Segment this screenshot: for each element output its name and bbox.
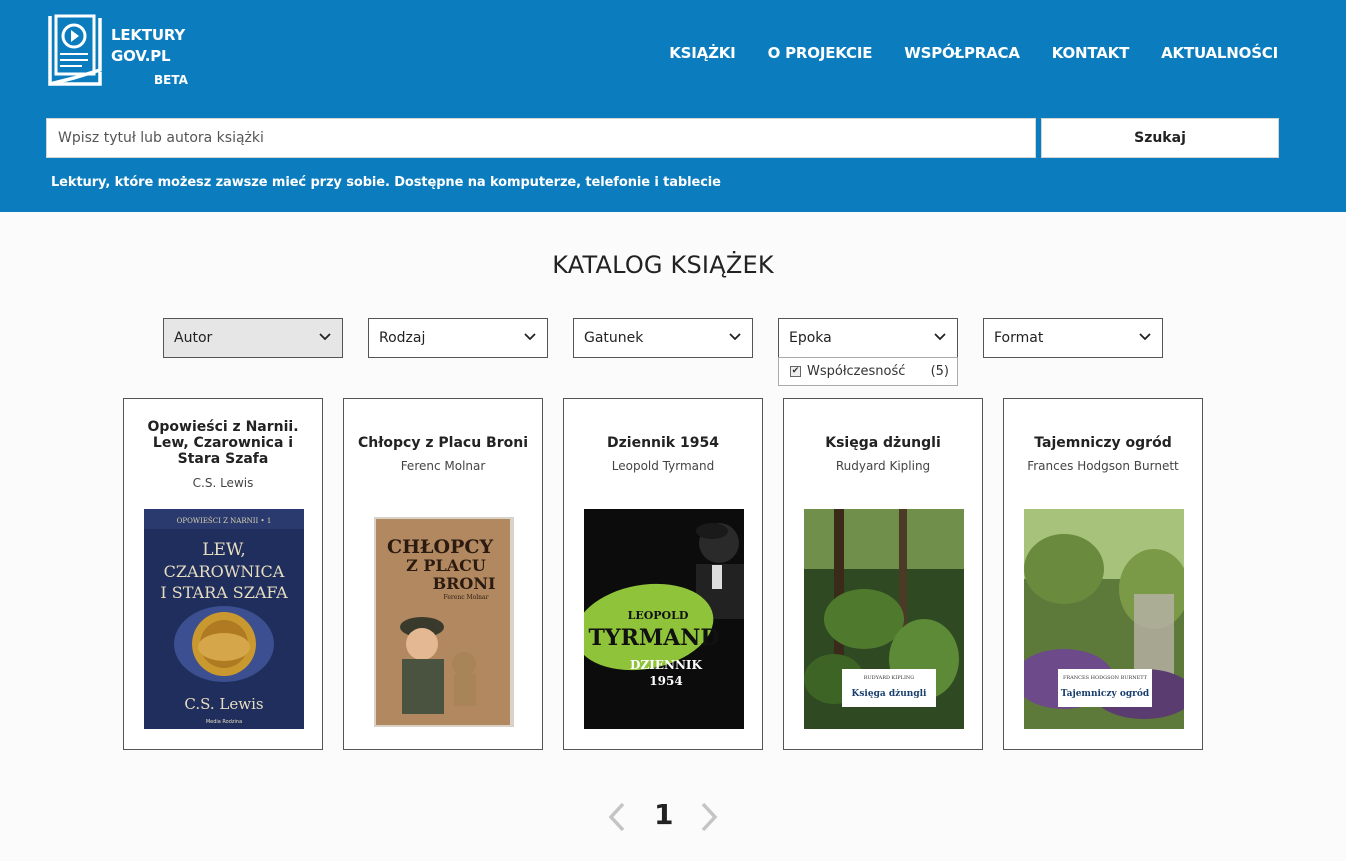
book-title: Chłopcy z Placu Broni <box>357 435 528 451</box>
filter-rodzaj[interactable]: Rodzaj <box>368 318 548 358</box>
cover-title-line: BRONI <box>433 574 496 593</box>
cover-author: Ferenc Molnar <box>444 594 489 601</box>
book-card[interactable]: Tajemniczy ogród Frances Hodgson Burnett… <box>1003 398 1203 750</box>
beta-badge: BETA <box>154 73 188 87</box>
search-button[interactable]: Szukaj <box>1041 118 1279 158</box>
cover-author: RUDYARD KIPLING <box>864 675 915 681</box>
cover-author: FRANCES HODGSON BURNETT <box>1063 675 1148 681</box>
nav-ksiazki[interactable]: KSIĄŻKI <box>669 44 736 62</box>
tagline: Lektury, które możesz zawsze mieć przy s… <box>51 175 721 190</box>
chevron-right-icon[interactable] <box>700 802 718 832</box>
book-card[interactable]: Księga dżungli Rudyard Kipling RUDYARD K… <box>783 398 983 750</box>
filter-format[interactable]: Format <box>983 318 1163 358</box>
chevron-down-icon <box>934 333 946 341</box>
option-count: (5) <box>930 364 949 379</box>
logo-text: LEKTURY GOV.PL <box>111 25 185 67</box>
filter-label: Autor <box>174 330 213 346</box>
main-nav: KSIĄŻKI O PROJEKCIE WSPÓŁPRACA KONTAKT A… <box>669 44 1278 62</box>
epoka-option-wspolczesnosc[interactable]: ✔ Współczesność (5) <box>778 357 958 386</box>
book-author: Leopold Tyrmand <box>611 459 715 473</box>
cover-title-line: CHŁOPCY <box>387 536 494 558</box>
cover-title-line: I STARA SZAFA <box>160 583 288 602</box>
book-author: Frances Hodgson Burnett <box>1027 459 1179 473</box>
book-title: Dziennik 1954 <box>607 435 719 451</box>
cover-title-line: CZAROWNICA <box>164 562 285 581</box>
filter-label: Epoka <box>789 330 832 346</box>
site-logo[interactable]: LEKTURY GOV.PL BETA <box>46 12 196 92</box>
book-author: Rudyard Kipling <box>835 459 931 473</box>
nav-o-projekcie[interactable]: O PROJEKCIE <box>768 44 873 62</box>
book-cover: OPOWIEŚCI Z NARNII • 1 LEW, CZAROWNICA I… <box>144 509 304 729</box>
filter-autor[interactable]: Autor <box>163 318 343 358</box>
filter-label: Format <box>994 330 1044 346</box>
nav-kontakt[interactable]: KONTAKT <box>1052 44 1130 62</box>
cover-title-line: DZIENNIK <box>630 658 702 672</box>
book-cover: CHŁOPCY Z PLACU BRONI Ferenc Molnar <box>374 517 514 727</box>
book-title: Tajemniczy ogród <box>1034 435 1172 451</box>
chevron-down-icon <box>524 333 536 341</box>
book-author: C.S. Lewis <box>192 476 254 490</box>
book-title: Opowieści z Narnii. Lew, Czarownica i St… <box>147 419 299 467</box>
pagination: 1 <box>600 798 730 838</box>
filter-label: Rodzaj <box>379 330 426 346</box>
search-input[interactable] <box>46 118 1036 158</box>
filter-gatunek[interactable]: Gatunek <box>573 318 753 358</box>
book-cover: RUDYARD KIPLING Księga dżungli <box>804 509 964 729</box>
book-card[interactable]: Dziennik 1954 Leopold Tyrmand LEOPOLD TY… <box>563 398 763 750</box>
cover-title-line: Z PLACU <box>406 556 486 575</box>
book-card[interactable]: Opowieści z Narnii. Lew, Czarownica i St… <box>123 398 323 750</box>
cover-title-line: LEW, <box>202 540 246 560</box>
chevron-left-icon[interactable] <box>608 802 626 832</box>
cover-series: OPOWIEŚCI Z NARNII • 1 <box>177 516 272 525</box>
chevron-down-icon <box>1139 333 1151 341</box>
page-number-current[interactable]: 1 <box>654 798 673 831</box>
cover-title: Tajemniczy ogród <box>1061 688 1150 699</box>
logo-line2: GOV.PL <box>111 47 171 65</box>
nav-aktualnosci[interactable]: AKTUALNOŚCI <box>1161 44 1278 62</box>
chevron-down-icon <box>319 333 331 341</box>
book-card[interactable]: Chłopcy z Placu Broni Ferenc Molnar CHŁO… <box>343 398 543 750</box>
cover-author: C.S. Lewis <box>184 695 263 713</box>
cover-title: Księga dżungli <box>852 689 927 699</box>
nav-wspolpraca[interactable]: WSPÓŁPRACA <box>904 44 1020 62</box>
book-title: Księga dżungli <box>825 435 941 451</box>
chevron-down-icon <box>729 333 741 341</box>
book-cover: FRANCES HODGSON BURNETT Tajemniczy ogród <box>1024 509 1184 729</box>
cover-author-line: LEOPOLD <box>628 609 689 622</box>
page-title: KATALOG KSIĄŻEK <box>552 251 774 279</box>
filter-epoka[interactable]: Epoka <box>778 318 958 358</box>
cover-author-line: TYRMAND <box>589 625 720 651</box>
option-label: Współczesność <box>807 364 906 379</box>
logo-line1: LEKTURY <box>111 26 186 44</box>
site-header: LEKTURY GOV.PL BETA KSIĄŻKI O PROJEKCIE … <box>0 0 1346 212</box>
filter-label: Gatunek <box>584 330 644 346</box>
book-play-icon <box>48 14 102 86</box>
cover-publisher: Media Rodzina <box>206 719 242 725</box>
book-cover: LEOPOLD TYRMAND DZIENNIK 1954 <box>584 509 744 729</box>
book-author: Ferenc Molnar <box>400 459 486 473</box>
cover-title-line: 1954 <box>649 674 682 688</box>
checkbox-checked[interactable]: ✔ <box>790 366 801 377</box>
